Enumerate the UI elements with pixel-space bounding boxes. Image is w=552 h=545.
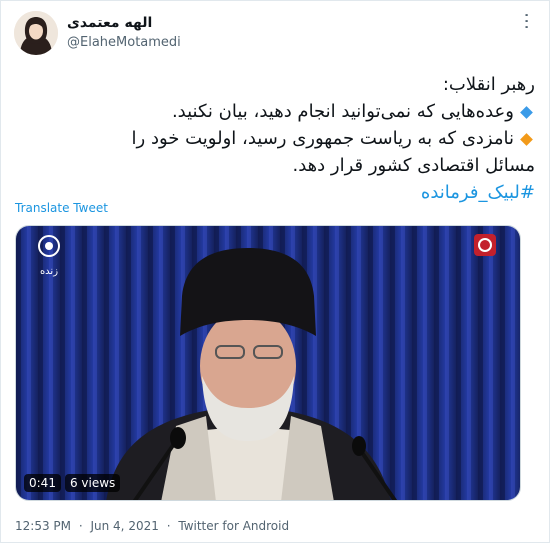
blue-diamond-icon [520,105,533,119]
video-stats: 0:41 6 views [24,474,121,492]
tweet-line-2: وعده‌هایی که نمی‌توانید انجام دهید، بیان… [25,98,535,125]
video-views: 6 views [64,474,121,492]
author-display-name[interactable]: الهه معتمدی [67,15,152,31]
tweet-line-3: نامزدی که به ریاست جمهوری رسید، اولویت خ… [25,125,535,152]
author-handle[interactable]: @ElaheMotamedi [67,35,181,50]
tweet-metadata: 12:53 PM · Jun 4, 2021 · Twitter for And… [15,519,293,533]
tweet-source[interactable]: Twitter for Android [178,519,289,533]
orange-diamond-icon [520,132,533,146]
translate-tweet-link[interactable]: Translate Tweet [15,201,108,215]
tweet-time[interactable]: 12:53 PM [15,519,71,533]
tweet-line-4: مسائل اقتصادی کشور قرار دهد. [292,155,535,176]
video-frame: زنده [16,226,520,500]
network-logo-icon [474,234,496,256]
meta-separator: · [166,519,171,533]
tweet-line-3-text: نامزدی که به ریاست جمهوری رسید، اولویت خ… [131,128,514,149]
tweet-line-2-text: وعده‌هایی که نمی‌توانید انجام دهید، بیان… [171,101,514,122]
tweet-date[interactable]: Jun 4, 2021 [90,519,158,533]
video-duration: 0:41 [24,474,61,492]
tweet-line-1: رهبر انقلاب: [442,74,535,95]
channel-logo-text: زنده [40,266,58,277]
video-player[interactable]: زنده 0:41 6 views [15,225,521,501]
tweet-card: الهه معتمدی @ElaheMotamedi ⋯ رهبر انقلاب… [0,0,550,543]
more-options-icon[interactable]: ⋯ [515,11,537,31]
meta-separator: · [78,519,83,533]
profile-avatar[interactable] [14,11,58,55]
tweet-text: رهبر انقلاب: وعده‌هایی که نمی‌توانید انج… [25,71,535,206]
